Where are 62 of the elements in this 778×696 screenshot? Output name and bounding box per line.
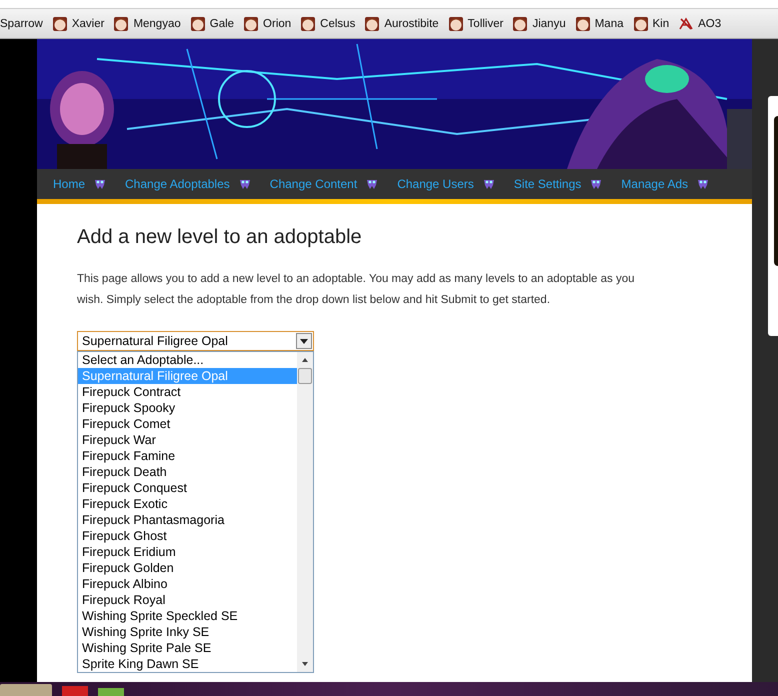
creature-icon <box>482 177 496 191</box>
dropdown-option[interactable]: Wishing Sprite Pale SE <box>78 640 297 656</box>
avatar-icon <box>243 16 260 32</box>
nav-link[interactable]: Change Users <box>397 177 474 191</box>
avatar-icon <box>52 16 68 32</box>
bookmark-link[interactable]: Xavier <box>52 16 104 32</box>
scribble-icon <box>678 16 694 32</box>
creature-icon <box>589 177 604 191</box>
scrollbar[interactable] <box>297 352 313 672</box>
avatar-icon <box>448 16 464 32</box>
dropdown-option[interactable]: Firepuck Golden <box>78 560 297 576</box>
creature-icon <box>696 177 710 191</box>
avatar-icon <box>190 16 206 32</box>
avatar-icon <box>632 16 648 32</box>
dropdown-option[interactable]: Firepuck Spooky <box>78 400 297 416</box>
bookmark-link[interactable]: Gale <box>190 16 234 32</box>
creature-icon <box>365 177 380 191</box>
bookmark-link[interactable]: Tolliver <box>448 16 504 32</box>
dropdown-option[interactable]: Wishing Sprite Inky SE <box>78 624 297 640</box>
nav-link[interactable]: Change Adoptables <box>125 177 230 191</box>
bookmark-link[interactable]: AO3 <box>678 16 722 32</box>
start-button[interactable] <box>0 684 52 696</box>
dropdown-option[interactable]: Firepuck Phantasmagoria <box>78 512 297 528</box>
dropdown-option[interactable]: Firepuck Comet <box>78 416 297 432</box>
bookmark-link[interactable]: Mengyao <box>113 16 181 32</box>
dropdown-option[interactable]: Firepuck Death <box>78 464 297 480</box>
dropdown-option[interactable]: Firepuck Albino <box>78 576 297 592</box>
intro-paragraph: This page allows you to add a new level to an adoptable. You may add as many levels to an adoptable as you wish. Simply select the adoptable from the drop down list below and hit Submit to get started. <box>77 272 636 308</box>
dropdown-option[interactable]: Firepuck Eridium <box>78 544 297 560</box>
creature-icon <box>238 177 252 191</box>
adoptable-dropdown[interactable]: Supernatural Filigree Opal <box>77 331 314 351</box>
taskbar-app-icon[interactable] <box>98 688 124 696</box>
bookmark-link[interactable]: Orion <box>243 16 292 32</box>
avatar-icon <box>113 16 130 32</box>
dropdown-option[interactable]: Sprite King Dawn SE <box>78 656 297 672</box>
creature-icon <box>93 177 108 191</box>
dropdown-option[interactable]: Wishing Sprite Speckled SE <box>78 608 297 624</box>
nav-link[interactable]: Manage Ads <box>621 177 688 191</box>
nav-link[interactable]: Change Content <box>270 177 358 191</box>
bookmark-link[interactable]: Kin <box>632 16 670 32</box>
avatar-icon <box>364 16 380 32</box>
dropdown-option[interactable]: Firepuck Conquest <box>78 480 297 496</box>
bookmark-link[interactable]: Jianyu <box>512 16 566 32</box>
nav-link[interactable]: Site Settings <box>514 177 582 191</box>
bookmark-link[interactable]: Mana <box>574 16 624 32</box>
dropdown-option[interactable]: Firepuck Contract <box>78 384 297 400</box>
nav-link[interactable]: Home <box>53 177 86 191</box>
dropdown-option[interactable]: Firepuck Famine <box>78 448 297 464</box>
dropdown-option[interactable]: Firepuck Ghost <box>78 528 297 544</box>
avatar-icon <box>512 16 528 32</box>
avatar-icon <box>300 16 316 32</box>
page-heading: Add a new level to an adoptable <box>77 226 363 249</box>
avatar-icon <box>574 16 591 32</box>
dropdown-option[interactable]: Firepuck Exotic <box>78 496 297 512</box>
taskbar-app-icon[interactable] <box>62 686 88 696</box>
bookmark-link[interactable]: Aurostibite <box>364 16 439 32</box>
scroll-thumb[interactable] <box>298 368 312 384</box>
dropdown-option[interactable]: Select an Adoptable... <box>78 352 297 368</box>
dropdown-option[interactable]: Firepuck Royal <box>78 592 297 608</box>
bookmark-link[interactable]: Celsus <box>300 16 356 32</box>
dropdown-option[interactable]: Firepuck War <box>78 432 297 448</box>
bookmark-link[interactable]: Sparrow <box>0 18 43 30</box>
